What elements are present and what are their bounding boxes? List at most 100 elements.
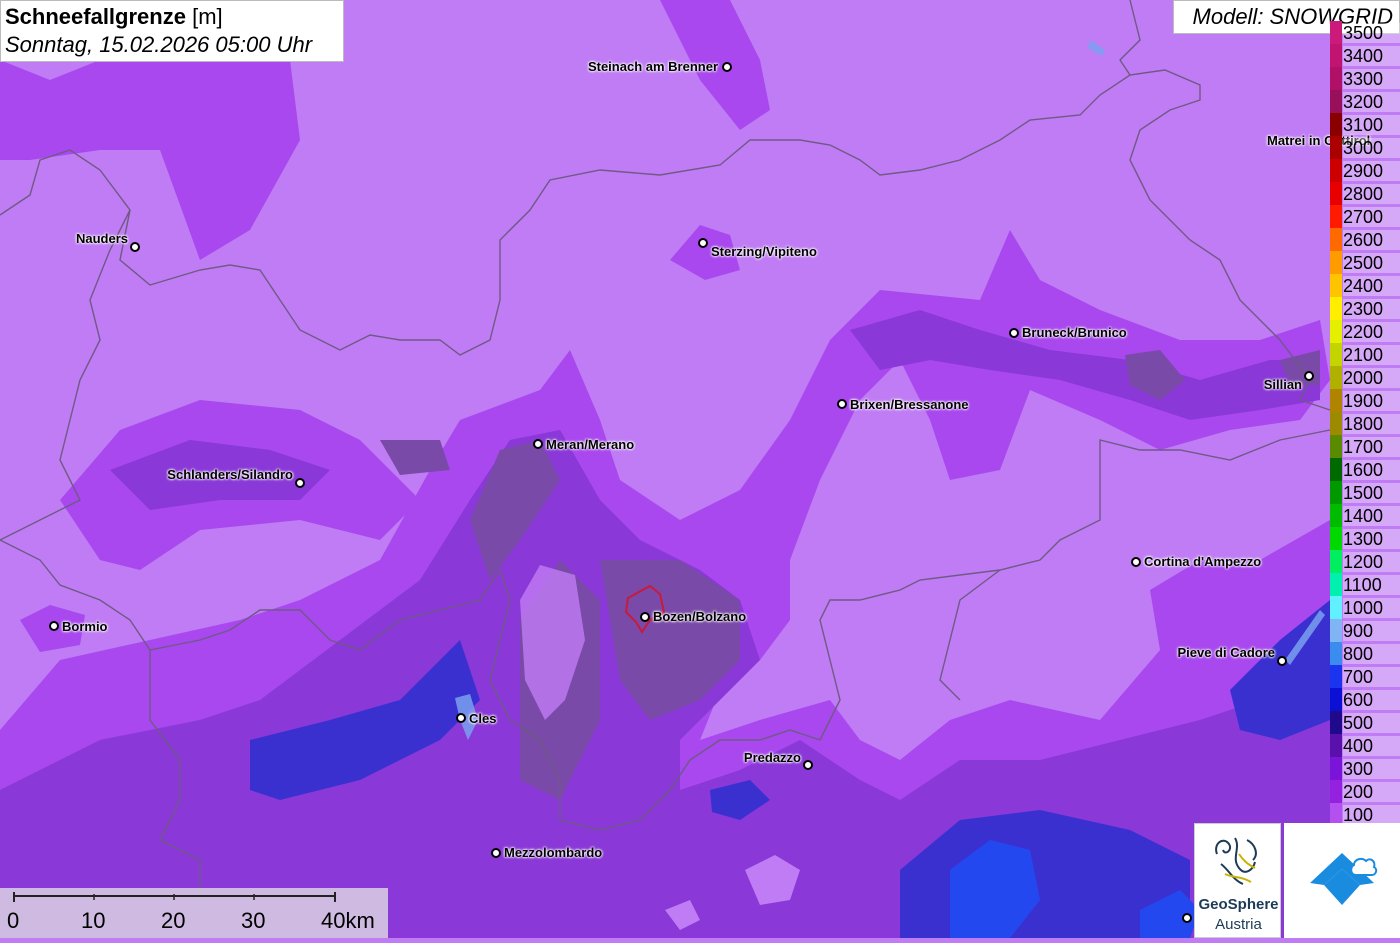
legend-swatch (1330, 366, 1342, 389)
legend-swatch (1330, 734, 1342, 757)
legend-label: 2700 (1343, 207, 1400, 227)
legend-label: 1500 (1343, 483, 1400, 503)
legend-swatch (1330, 297, 1342, 320)
legend-label: 100 (1343, 805, 1400, 825)
city-label: Mezzolombardo (504, 845, 603, 860)
legend-row: 2500 (1330, 251, 1400, 274)
legend-row: 1400 (1330, 504, 1400, 527)
city-dot[interactable] (698, 238, 708, 248)
legend-row: 2600 (1330, 228, 1400, 251)
legend-swatch (1330, 251, 1342, 274)
city-dot[interactable] (803, 760, 813, 770)
city-dot[interactable] (130, 242, 140, 252)
legend-swatch (1330, 228, 1342, 251)
legend-swatch (1330, 90, 1342, 113)
scale-label-20: 20 (161, 908, 186, 933)
legend-row: 1800 (1330, 412, 1400, 435)
app-logo[interactable] (1284, 823, 1400, 938)
legend-swatch (1330, 458, 1342, 481)
city-dot[interactable] (837, 399, 847, 409)
legend-label: 3200 (1343, 92, 1400, 112)
legend-row: 3500 (1330, 21, 1400, 44)
legend-swatch (1330, 596, 1342, 619)
legend-label: 1900 (1343, 391, 1400, 411)
legend-swatch (1330, 504, 1342, 527)
legend-swatch (1330, 136, 1342, 159)
city-dot[interactable] (1304, 371, 1314, 381)
legend-label: 2400 (1343, 276, 1400, 296)
city-dot[interactable] (533, 439, 543, 449)
city-label: Pieve di Cadore (1177, 645, 1275, 660)
legend-swatch (1330, 550, 1342, 573)
legend-row: 2200 (1330, 320, 1400, 343)
scale-label-40km: 40km (321, 908, 375, 933)
city-dot[interactable] (1277, 656, 1287, 666)
legend-label: 3100 (1343, 115, 1400, 135)
city-dot[interactable] (722, 62, 732, 72)
legend-swatch (1330, 412, 1342, 435)
legend-row: 1900 (1330, 389, 1400, 412)
legend-swatch (1330, 527, 1342, 550)
city-label: Predazzo (743, 750, 801, 765)
city-label: Sillian (1263, 377, 1302, 392)
city-dot[interactable] (1182, 913, 1192, 923)
color-legend: 3500 3400 3300 3200 3100 3000 2900 2800 2700 2600… (1330, 21, 1400, 826)
city-label: Bozen/Bolzano (653, 609, 747, 624)
legend-row: 400 (1330, 734, 1400, 757)
legend-swatch (1330, 481, 1342, 504)
legend-label: 1400 (1343, 506, 1400, 526)
city-label: Nauders (75, 231, 128, 246)
legend-row: 500 (1330, 711, 1400, 734)
city-dot[interactable] (49, 621, 59, 631)
legend-label: 600 (1343, 690, 1400, 710)
legend-swatch (1330, 44, 1342, 67)
geosphere-logo[interactable]: GeoSphere Austria (1194, 823, 1281, 938)
city-dot[interactable] (1009, 328, 1019, 338)
legend-row: 2800 (1330, 182, 1400, 205)
legend-label: 200 (1343, 782, 1400, 802)
city-dot[interactable] (295, 478, 305, 488)
legend-label: 2200 (1343, 322, 1400, 342)
legend-swatch (1330, 389, 1342, 412)
legend-label: 1000 (1343, 598, 1400, 618)
legend-row: 300 (1330, 757, 1400, 780)
legend-label: 3500 (1343, 23, 1400, 43)
legend-row: 3200 (1330, 90, 1400, 113)
legend-swatch (1330, 113, 1342, 136)
geosphere-logo-line2: Austria (1215, 916, 1262, 933)
city-dot[interactable] (640, 612, 650, 622)
legend-row: 2000 (1330, 366, 1400, 389)
legend-row: 1500 (1330, 481, 1400, 504)
city-dot[interactable] (491, 848, 501, 858)
legend-row: 3400 (1330, 44, 1400, 67)
legend-label: 2900 (1343, 161, 1400, 181)
city-label: Schlanders/Silandro (167, 467, 293, 482)
legend-label: 500 (1343, 713, 1400, 733)
legend-swatch (1330, 642, 1342, 665)
legend-row: 600 (1330, 688, 1400, 711)
scale-label-10: 10 (81, 908, 106, 933)
scale-label-30: 30 (241, 908, 266, 933)
legend-swatch (1330, 274, 1342, 297)
legend-row: 1000 (1330, 596, 1400, 619)
city-label: Brixen/Bressanone (850, 397, 969, 412)
map-title-box: Schneefallgrenze [m] Sonntag, 15.02.2026… (0, 0, 344, 62)
legend-label: 3400 (1343, 46, 1400, 66)
legend-swatch (1330, 573, 1342, 596)
legend-row: 2900 (1330, 159, 1400, 182)
legend-swatch (1330, 665, 1342, 688)
scale-label-0: 0 (7, 908, 20, 933)
city-dot[interactable] (1131, 557, 1141, 567)
legend-label: 1100 (1343, 575, 1400, 595)
city-label: Bormio (62, 619, 108, 634)
legend-label: 1700 (1343, 437, 1400, 457)
city-dot[interactable] (456, 713, 466, 723)
legend-label: 2800 (1343, 184, 1400, 204)
legend-swatch (1330, 757, 1342, 780)
geosphere-logo-line1: GeoSphere (1198, 896, 1279, 913)
legend-label: 2300 (1343, 299, 1400, 319)
legend-row: 2100 (1330, 343, 1400, 366)
legend-label: 1200 (1343, 552, 1400, 572)
legend-label: 400 (1343, 736, 1400, 756)
scale-bar: 0 10 20 30 40km (0, 888, 388, 938)
